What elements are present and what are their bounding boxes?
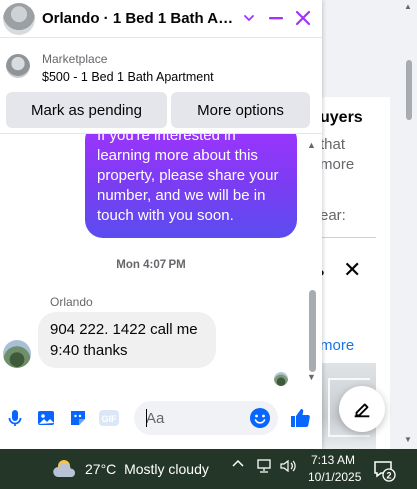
message-timestamp: Mon 4:07 PM	[116, 259, 186, 271]
close-icon	[295, 10, 311, 26]
scroll-down-arrow-icon[interactable]: ▼	[404, 435, 412, 444]
page-scrollbar[interactable]: ▲ ▼	[400, 0, 417, 449]
chat-options-button[interactable]	[238, 7, 260, 29]
message-composer: GIF	[0, 398, 322, 440]
chat-title[interactable]: Orlando · 1 Bed 1 Bath Apa...	[42, 10, 237, 27]
background-divider	[318, 237, 376, 238]
listing-thumbnail	[6, 54, 30, 78]
listing-category: Marketplace	[42, 52, 108, 66]
more-options-button[interactable]: More options	[171, 92, 310, 128]
seen-indicator-avatar	[274, 372, 288, 386]
weather-widget[interactable]: 27°C Mostly cloudy	[85, 461, 209, 477]
gif-button[interactable]: GIF	[97, 406, 121, 430]
listing-avatar[interactable]	[3, 3, 35, 35]
clock-time: 7:13 AM	[310, 453, 356, 467]
svg-text:GIF: GIF	[102, 414, 118, 424]
message-thread[interactable]: If you're interested in learning more ab…	[0, 133, 322, 390]
chat-window: Orlando · 1 Bed 1 Bath Apa... Marketplac…	[0, 0, 322, 449]
emoji-button[interactable]	[248, 406, 272, 430]
volume-icon	[280, 459, 296, 473]
emoji-icon	[250, 408, 270, 428]
thread-scrollbar[interactable]: ▲ ▼	[306, 140, 318, 390]
new-message-button[interactable]	[339, 386, 385, 432]
listing-summary: $500 - 1 Bed 1 Bath Apartment	[42, 70, 214, 84]
page-scrollbar-thumb[interactable]	[406, 60, 412, 120]
volume-control[interactable]	[279, 458, 297, 477]
scroll-up-arrow-icon[interactable]: ▲	[404, 2, 412, 11]
like-button[interactable]	[288, 406, 312, 430]
gif-icon: GIF	[99, 410, 119, 426]
photo-icon	[38, 411, 54, 425]
background-close-icon[interactable]: ✕	[343, 257, 361, 283]
chat-header[interactable]: Orlando · 1 Bed 1 Bath Apa...	[0, 0, 322, 38]
notification-center-button[interactable]: 2	[372, 458, 396, 482]
temperature: 27°C	[85, 461, 117, 477]
background-see-more-link[interactable]: more	[320, 337, 354, 354]
minimize-chat-button[interactable]	[265, 7, 287, 29]
like-icon	[291, 409, 310, 427]
clock-date: 10/1/2025	[308, 470, 362, 484]
show-hidden-icons-button[interactable]	[231, 457, 245, 474]
text-cursor	[146, 409, 147, 427]
notification-count: 2	[386, 471, 391, 481]
sticker-icon	[71, 411, 85, 425]
sender-name: Orlando	[50, 295, 93, 309]
weather-condition: Mostly cloudy	[124, 461, 209, 477]
outgoing-message[interactable]: If you're interested in learning more ab…	[85, 134, 297, 238]
thread-scrollbar-thumb[interactable]	[309, 290, 316, 372]
compose-icon	[354, 403, 370, 418]
chevron-up-icon	[232, 459, 244, 467]
system-clock[interactable]: 7:13 AM 10/1/2025	[308, 452, 362, 486]
network-icon	[257, 459, 271, 473]
sender-avatar[interactable]	[3, 340, 31, 368]
thread-scroll-down-icon[interactable]: ▼	[307, 372, 316, 382]
mark-as-pending-button[interactable]: Mark as pending	[6, 92, 167, 128]
thread-scroll-up-icon[interactable]: ▲	[307, 140, 316, 150]
background-label: ear:	[320, 207, 346, 224]
sticker-button[interactable]	[66, 406, 90, 430]
minimize-icon	[269, 17, 283, 20]
background-text: that more	[320, 136, 355, 173]
weather-icon[interactable]	[52, 455, 80, 483]
attach-photo-button[interactable]	[34, 406, 58, 430]
voice-clip-button[interactable]	[3, 406, 27, 430]
chevron-down-icon	[244, 15, 254, 21]
notification-icon: 2	[374, 461, 396, 482]
microphone-icon	[8, 410, 22, 426]
marketplace-listing[interactable]: Marketplace $500 - 1 Bed 1 Bath Apartmen…	[0, 46, 322, 86]
network-status[interactable]	[255, 458, 273, 477]
close-chat-button[interactable]	[292, 7, 314, 29]
windows-taskbar: 27°C Mostly cloudy 7:13 AM 10/1/2025 2	[0, 449, 417, 489]
incoming-message[interactable]: 904 222. 1422 call me 9:40 thanks	[38, 312, 216, 368]
background-heading: uyers	[320, 109, 363, 126]
